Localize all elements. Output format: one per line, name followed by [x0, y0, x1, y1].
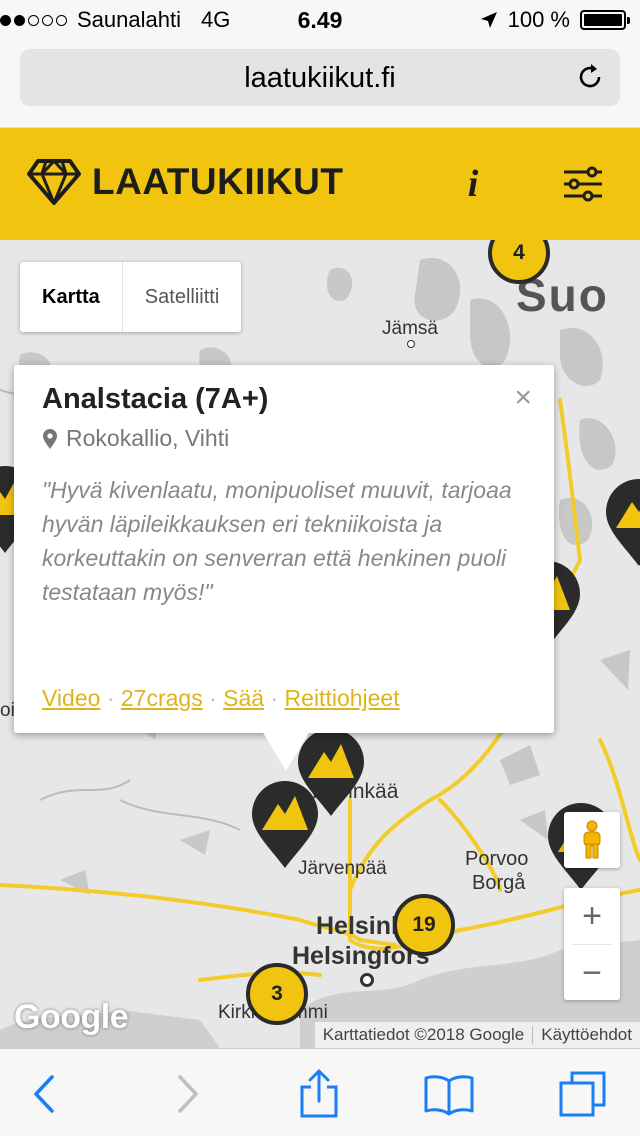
link-separator: ·: [106, 685, 115, 711]
brand-logo[interactable]: LAATUKIIKUT: [26, 158, 343, 206]
place-label-borga: Borgå: [472, 872, 526, 894]
directions-link[interactable]: Reittiohjeet: [285, 685, 400, 711]
address-bar-area: laatukiikut.fi: [0, 40, 640, 128]
tabs-icon[interactable]: [558, 1069, 608, 1119]
pegman-icon: [583, 820, 601, 859]
crag-marker[interactable]: [250, 780, 320, 870]
back-icon[interactable]: [22, 1069, 72, 1119]
cluster-marker[interactable]: 3: [246, 963, 308, 1025]
map-marker-icon: [43, 428, 57, 449]
battery-percent: 100 %: [507, 7, 570, 32]
location-text: Rokokallio, Vihti: [66, 425, 230, 451]
27crags-link[interactable]: 27crags: [121, 685, 203, 711]
url-text[interactable]: laatukiikut.fi: [20, 62, 620, 95]
place-label-partial: oi: [0, 700, 15, 721]
close-icon[interactable]: ×: [514, 383, 532, 413]
place-label-jamsa: Jämsä: [382, 318, 438, 339]
map-type-toggle: Kartta Satelliitti: [20, 262, 242, 332]
map-type-satellite[interactable]: Satelliitti: [123, 262, 241, 332]
capital-dot: [360, 973, 374, 987]
address-bar[interactable]: laatukiikut.fi: [20, 49, 620, 106]
zoom-control: + −: [564, 888, 620, 1000]
map-attribution: Karttatiedot ©2018 Google Käyttöehdot: [314, 1022, 640, 1048]
info-button[interactable]: i: [458, 162, 488, 205]
popup-location: Rokokallio, Vihti: [42, 425, 229, 452]
map-data-credit[interactable]: Karttatiedot ©2018 Google: [315, 1025, 533, 1045]
map-type-map[interactable]: Kartta: [20, 262, 123, 332]
zoom-out-button[interactable]: −: [564, 945, 620, 1001]
reload-icon[interactable]: [574, 61, 606, 93]
app-header: LAATUKIIKUT i: [0, 128, 640, 240]
video-link[interactable]: Video: [42, 685, 100, 711]
cluster-marker[interactable]: 19: [393, 894, 455, 956]
street-view-pegman[interactable]: [564, 812, 620, 868]
brand-name: LAATUKIIKUT: [92, 161, 344, 202]
popup-quote: "Hyvä kivenlaatu, monipuoliset muuvit, t…: [42, 477, 512, 605]
popup-links: Video · 27crags · Sää · Reittiohjeet: [42, 685, 400, 712]
popup-tail: [262, 731, 310, 771]
terms-link[interactable]: Käyttöehdot: [533, 1025, 640, 1045]
town-dot: [407, 340, 415, 348]
battery-icon: [580, 10, 630, 30]
crag-marker[interactable]: [604, 478, 640, 568]
share-icon[interactable]: [294, 1069, 344, 1119]
location-arrow-icon: [480, 12, 497, 28]
diamond-icon: [27, 159, 81, 205]
map-view[interactable]: Kartta Satelliitti Suo Jämsä oi Hyvinkää…: [0, 240, 640, 1048]
crag-info-popup: Analstacia (7A+) × Rokokallio, Vihti "Hy…: [14, 365, 554, 771]
bookmarks-icon[interactable]: [424, 1069, 474, 1119]
link-separator: ·: [270, 685, 279, 711]
zoom-in-button[interactable]: +: [564, 888, 620, 944]
weather-link[interactable]: Sää: [223, 685, 264, 711]
google-logo: Google: [14, 998, 129, 1036]
forward-icon[interactable]: [160, 1069, 210, 1119]
filter-settings-icon[interactable]: [560, 164, 606, 204]
place-label-porvoo: Porvoo: [465, 848, 529, 870]
popup-title: Analstacia (7A+): [42, 383, 269, 415]
browser-toolbar: [0, 1048, 640, 1136]
link-separator: ·: [209, 685, 217, 711]
status-bar: Saunalahti 4G 6.49 100 %: [0, 0, 640, 40]
